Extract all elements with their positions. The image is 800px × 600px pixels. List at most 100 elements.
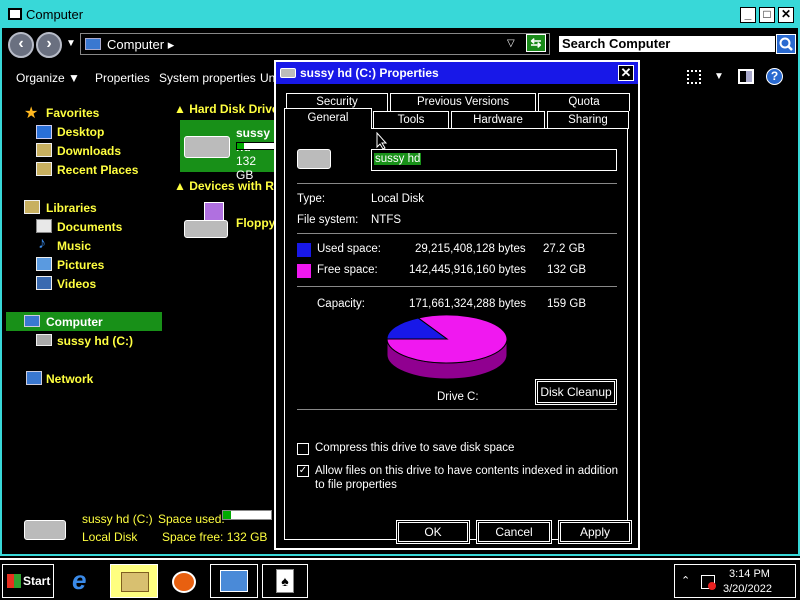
taskbar-ie[interactable]: e bbox=[60, 564, 106, 598]
drive-tile-free: 132 GB bbox=[236, 154, 257, 182]
details-pane: sussy hd (C:) Space used: Local Disk Spa… bbox=[2, 500, 274, 554]
dialog-title-bar[interactable]: sussy hd (C:) Properties ✕ bbox=[276, 62, 638, 84]
pictures-icon bbox=[36, 257, 52, 271]
taskbar-media-player[interactable] bbox=[162, 564, 206, 598]
free-space-gb: 132 GB bbox=[547, 264, 586, 276]
used-space-swatch bbox=[297, 243, 311, 257]
tab-hardware[interactable]: Hardware bbox=[451, 111, 545, 129]
floppy-label[interactable]: Floppy bbox=[236, 216, 275, 230]
address-bar-row: ‹ › ▼ Computer ▸ ▽ ⇆ Search Computer bbox=[2, 29, 798, 61]
address-dropdown-icon[interactable]: ▽ bbox=[507, 38, 515, 49]
search-button[interactable] bbox=[776, 34, 796, 54]
hard-drive-icon bbox=[24, 520, 66, 540]
separator bbox=[297, 183, 617, 184]
removable-group-header[interactable]: ▲ Devices with Re bbox=[174, 179, 281, 193]
taskbar-control-panel[interactable] bbox=[210, 564, 258, 598]
minimize-button[interactable]: _ bbox=[740, 7, 756, 23]
floppy-icon bbox=[184, 202, 228, 240]
index-label[interactable]: Allow files on this drive to have conten… bbox=[315, 464, 621, 492]
computer-icon bbox=[85, 38, 101, 50]
free-space-label: Free space: bbox=[317, 264, 378, 276]
clock-time[interactable]: 3:14 PM bbox=[729, 568, 770, 580]
details-usage-bar bbox=[222, 510, 272, 520]
help-icon[interactable]: ? bbox=[766, 68, 783, 85]
fs-value: NTFS bbox=[371, 214, 402, 226]
general-tab-panel: sussy hd Type: Local Disk File system: N… bbox=[284, 128, 628, 540]
music-icon: ♪ bbox=[38, 235, 46, 252]
properties-button[interactable]: Properties bbox=[95, 71, 150, 85]
compress-checkbox[interactable] bbox=[297, 443, 309, 455]
nav-computer: Computer bbox=[46, 315, 103, 329]
network-tray-icon[interactable] bbox=[701, 575, 716, 590]
hard-disk-group-header[interactable]: ▲ Hard Disk Drive bbox=[174, 102, 279, 116]
tab-previous-versions[interactable]: Previous Versions bbox=[390, 93, 536, 111]
start-label: Start bbox=[23, 574, 51, 588]
tab-quota[interactable]: Quota bbox=[538, 93, 630, 111]
taskbar-solitaire[interactable]: ♠ bbox=[262, 564, 308, 598]
used-space-gb: 27.2 GB bbox=[543, 243, 586, 255]
view-dropdown-icon[interactable]: ▼ bbox=[714, 71, 724, 82]
type-value: Local Disk bbox=[371, 193, 425, 205]
details-usage-fill bbox=[223, 511, 232, 519]
refresh-button[interactable]: ⇆ bbox=[526, 34, 546, 52]
notification-area: ⌃ 3:14 PM 3/20/2022 bbox=[674, 564, 796, 598]
ok-button[interactable]: OK bbox=[397, 521, 469, 543]
hard-drive-icon bbox=[297, 149, 331, 169]
forward-button[interactable]: › bbox=[36, 32, 62, 58]
view-icon[interactable] bbox=[687, 70, 701, 84]
network-icon bbox=[26, 371, 42, 385]
nav-desktop[interactable]: Desktop bbox=[57, 125, 104, 139]
taskbar: Start e ♠ ⌃ 3:14 PM 3/20/2022 bbox=[0, 558, 800, 600]
nav-drive-c[interactable]: sussy hd (C:) bbox=[57, 334, 133, 348]
nav-pictures[interactable]: Pictures bbox=[57, 258, 104, 272]
nav-documents[interactable]: Documents bbox=[57, 220, 122, 234]
clock-date[interactable]: 3/20/2022 bbox=[723, 583, 772, 595]
show-hidden-icons[interactable]: ⌃ bbox=[681, 574, 690, 587]
media-player-icon bbox=[172, 571, 196, 593]
tab-sharing[interactable]: Sharing bbox=[547, 111, 629, 129]
folder-icon bbox=[121, 572, 149, 592]
organize-menu[interactable]: Organize ▼ bbox=[16, 71, 80, 85]
windows-logo-icon bbox=[7, 574, 21, 588]
nav-videos[interactable]: Videos bbox=[57, 277, 96, 291]
recent-pages-icon[interactable]: ▼ bbox=[66, 38, 76, 49]
title-bar[interactable]: Computer _ □ ✕ bbox=[2, 2, 798, 28]
preview-pane-icon[interactable] bbox=[738, 69, 754, 84]
apply-button[interactable]: Apply bbox=[559, 521, 631, 543]
close-button[interactable]: ✕ bbox=[778, 7, 794, 23]
drive-icon bbox=[36, 334, 52, 346]
search-input[interactable]: Search Computer bbox=[558, 35, 776, 53]
nav-libraries[interactable]: Libraries bbox=[46, 201, 97, 215]
drive-label-input[interactable]: sussy hd bbox=[371, 149, 617, 171]
nav-recent-places[interactable]: Recent Places bbox=[57, 163, 138, 177]
details-drive-type: Local Disk bbox=[82, 530, 138, 544]
nav-network[interactable]: Network bbox=[46, 372, 93, 386]
separator bbox=[297, 409, 617, 410]
maximize-button[interactable]: □ bbox=[759, 7, 775, 23]
address-box[interactable]: Computer ▸ ▽ bbox=[80, 33, 550, 55]
free-space-swatch bbox=[297, 264, 311, 278]
nav-music[interactable]: Music bbox=[57, 239, 91, 253]
taskbar-explorer[interactable] bbox=[110, 564, 158, 598]
start-button[interactable]: Start bbox=[2, 564, 54, 598]
tab-general[interactable]: General bbox=[284, 108, 372, 129]
tab-tools[interactable]: Tools bbox=[373, 111, 449, 129]
nav-downloads[interactable]: Downloads bbox=[57, 144, 121, 158]
nav-computer-selected[interactable]: Computer bbox=[6, 312, 162, 331]
nav-favorites[interactable]: Favorites bbox=[46, 106, 99, 120]
separator bbox=[297, 286, 617, 287]
libraries-icon bbox=[24, 200, 40, 214]
index-checkbox[interactable]: ✓ bbox=[297, 465, 309, 477]
computer-icon bbox=[24, 315, 40, 327]
used-space-bytes: 29,215,408,128 bytes bbox=[415, 243, 526, 255]
compress-label[interactable]: Compress this drive to save disk space bbox=[315, 442, 514, 454]
drive-c-tile[interactable]: sussy hd 132 GB bbox=[180, 120, 280, 182]
cancel-button[interactable]: Cancel bbox=[477, 521, 551, 543]
used-space-label: Used space: bbox=[317, 243, 381, 255]
drive-usage-fill bbox=[237, 143, 245, 149]
system-properties-button[interactable]: System properties bbox=[159, 71, 256, 85]
back-button[interactable]: ‹ bbox=[8, 32, 34, 58]
disk-cleanup-button[interactable]: Disk Cleanup bbox=[536, 380, 616, 404]
dialog-close-button[interactable]: ✕ bbox=[618, 65, 634, 81]
downloads-icon bbox=[36, 143, 52, 157]
